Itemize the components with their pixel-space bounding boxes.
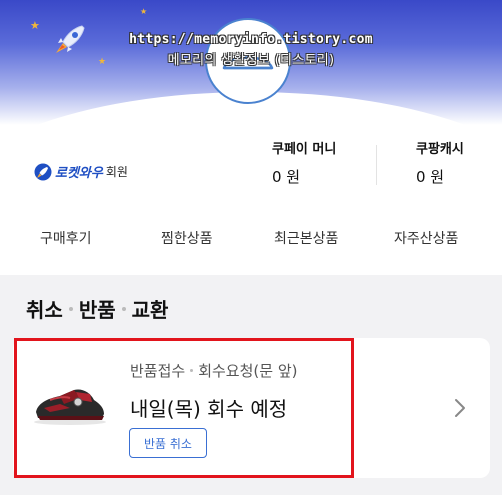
divider <box>376 145 377 185</box>
coupay-money-label: 쿠페이 머니 <box>272 142 337 157</box>
tab-reviews[interactable]: 구매후기 <box>40 228 92 248</box>
return-status: 반품접수 회수요청(문 앞) <box>130 360 297 381</box>
tab-wishlist[interactable]: 찜한상품 <box>161 228 213 248</box>
chevron-right-icon[interactable] <box>452 397 468 419</box>
section-title-exchange: 교환 <box>131 298 169 322</box>
profile-panel: 로켓와우 회원 쿠페이 머니 0 원 쿠팡캐시 0 원 구매후기 찜한상품 최근… <box>0 125 502 275</box>
rocketwow-badge[interactable]: 로켓와우 회원 <box>34 162 128 181</box>
tab-frequently-bought[interactable]: 자주산상품 <box>394 228 458 248</box>
coupang-cash-value: 0 원 <box>416 168 445 186</box>
cancel-return-button[interactable]: 반품 취소 <box>129 428 207 458</box>
watermark-url: https://memoryinfo.tistory.com <box>129 32 373 47</box>
separator-dot <box>68 306 73 311</box>
separator-dot <box>190 369 194 372</box>
return-status-main: 반품접수 <box>130 362 186 380</box>
star-icon: ★ <box>30 19 40 32</box>
star-icon: ★ <box>140 7 148 16</box>
section-title-cancel: 취소 <box>26 298 63 322</box>
coupay-money-value: 0 원 <box>272 168 301 186</box>
section-title: 취소 반품 교환 <box>26 294 168 323</box>
coupang-cash-label: 쿠팡캐시 <box>416 142 464 157</box>
shortcut-tabs: 구매후기 찜한상품 최근본상품 자주산상품 <box>0 228 502 258</box>
separator-dot <box>121 306 126 311</box>
tab-recently-viewed[interactable]: 최근본상품 <box>274 228 338 248</box>
rocketwow-label: 로켓와우 <box>55 166 103 181</box>
product-thumbnail[interactable] <box>30 378 110 428</box>
coupang-cash[interactable]: 쿠팡캐시 0 원 <box>416 138 464 187</box>
return-status-sub: 회수요청(문 앞) <box>198 362 298 380</box>
profile-banner: ★ ★ ★ https://memoryinfo.tistory.com 메모리… <box>0 0 502 125</box>
watermark-title: 메모리의 생활정보 (티스토리) <box>167 53 335 68</box>
member-label: 회원 <box>105 165 128 179</box>
section-title-return: 반품 <box>78 298 116 322</box>
rocketwow-icon <box>34 163 52 180</box>
pickup-schedule: 내일(목) 회수 예정 <box>130 397 288 421</box>
coupay-money[interactable]: 쿠페이 머니 0 원 <box>272 138 336 187</box>
